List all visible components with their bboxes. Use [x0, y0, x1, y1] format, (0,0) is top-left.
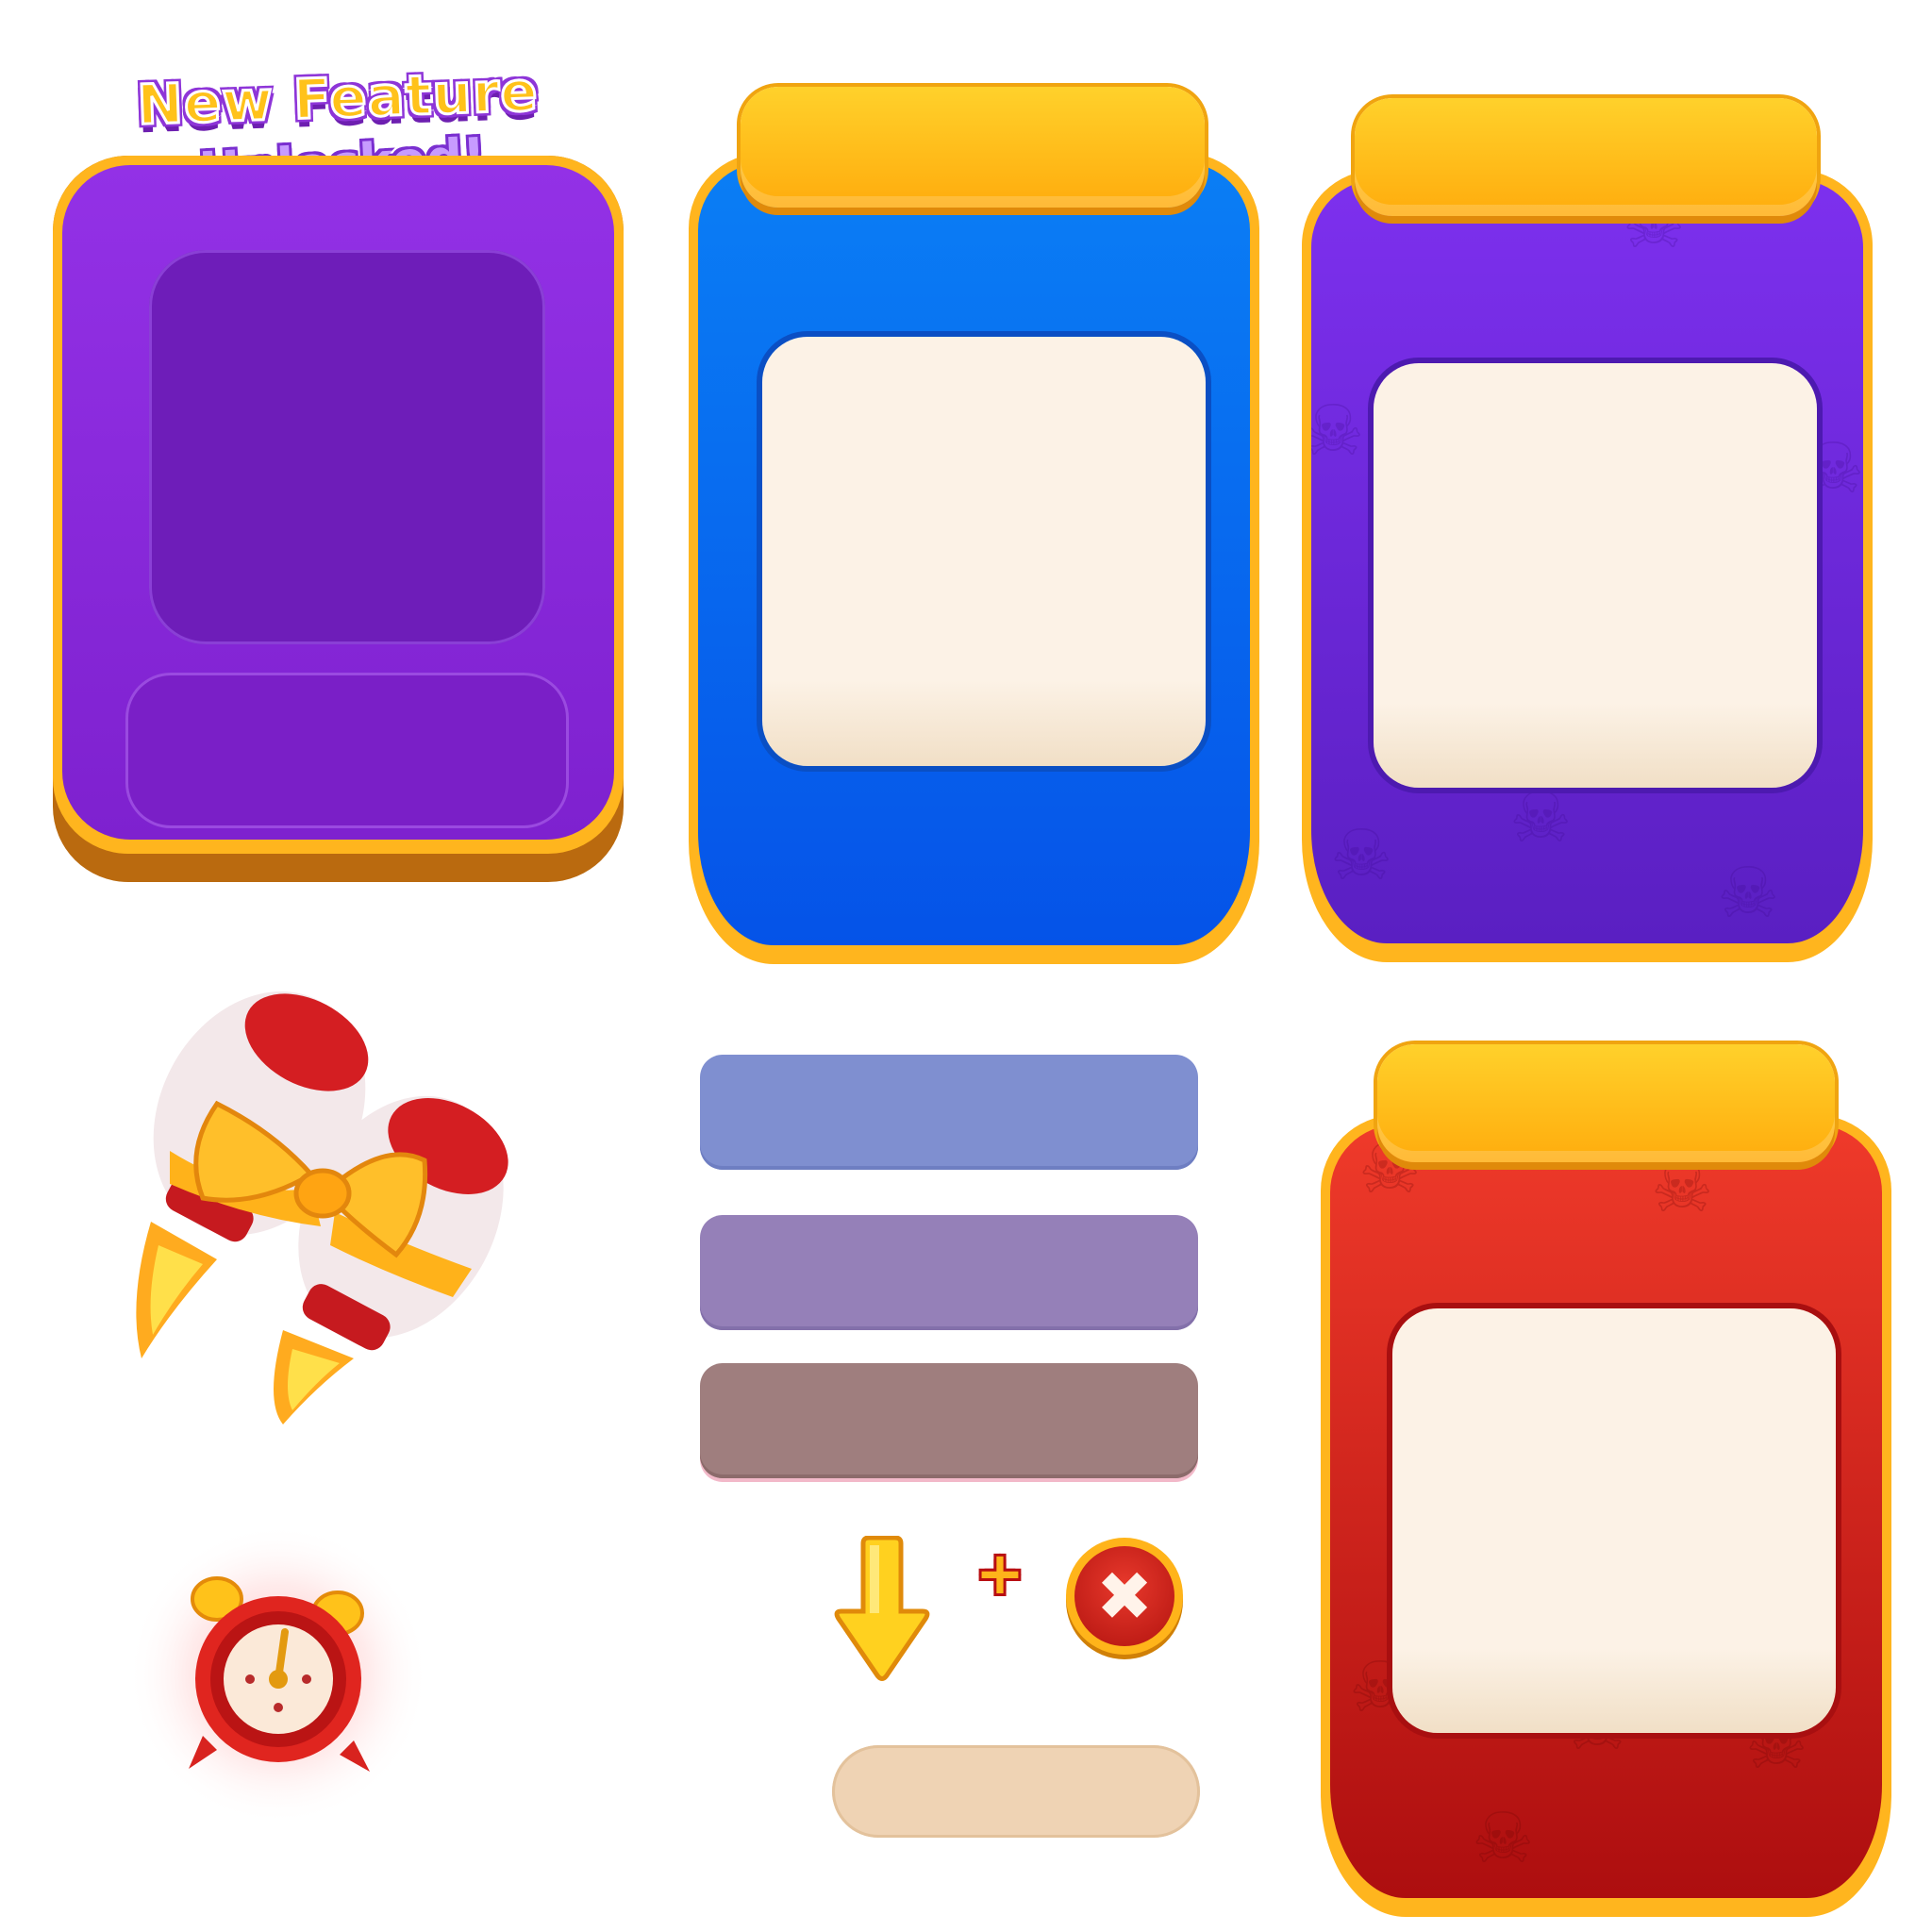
blue-jar-card: [689, 68, 1259, 974]
card-text-slot: [125, 673, 569, 828]
skull-pattern-icon: ☠: [1509, 777, 1573, 858]
beige-pill-slot: [832, 1745, 1200, 1838]
purple-jar-card: ☠ ☠ ☠ ☠ ☠ ☠: [1302, 85, 1873, 981]
skull-pattern-icon: ☠: [1472, 1798, 1535, 1879]
jar-content-panel: [1392, 1308, 1836, 1733]
skull-pattern-icon: ☠: [1651, 1147, 1714, 1228]
plus-icon: +: [975, 1539, 1024, 1607]
jar-lid-header: [741, 87, 1205, 208]
jar-lid-header: [1377, 1044, 1835, 1162]
skull-pattern-icon: ☠: [1311, 391, 1365, 472]
jar-content-panel: [1374, 363, 1817, 788]
close-button[interactable]: ✖: [1066, 1538, 1183, 1655]
card-body: [62, 165, 614, 840]
card-image-slot: [149, 250, 545, 644]
brown-bar-slot: [700, 1363, 1198, 1478]
close-icon: ✖: [1095, 1557, 1154, 1636]
skull-pattern-icon: ☠: [1717, 853, 1780, 934]
blue-bar-slot: [700, 1055, 1198, 1170]
alarm-clock-icon: [123, 1519, 434, 1830]
purple-feature-card: [53, 156, 624, 882]
red-jar-card: ☠ ☠ ☠ ☠ ☠ ☠: [1321, 1030, 1891, 1931]
jar-body: [698, 162, 1250, 945]
purple-bar-slot: [700, 1215, 1198, 1330]
banner-title: New Feature: [135, 58, 541, 139]
jar-rim: ☠ ☠ ☠ ☠ ☠ ☠: [1321, 1115, 1891, 1917]
jar-rim: ☠ ☠ ☠ ☠ ☠ ☠: [1302, 170, 1873, 962]
jar-body: ☠ ☠ ☠ ☠ ☠ ☠: [1311, 179, 1863, 943]
skull-pattern-icon: ☠: [1330, 815, 1393, 896]
jar-content-panel: [762, 337, 1206, 766]
close-button-face: ✖: [1074, 1546, 1174, 1646]
arrow-down-icon: [830, 1535, 934, 1687]
jar-body: ☠ ☠ ☠ ☠ ☠ ☠: [1330, 1124, 1882, 1898]
jar-lid-header: [1355, 98, 1817, 216]
jar-rim: [689, 153, 1259, 964]
jetpack-rockets-icon: [113, 972, 528, 1424]
card-rim: [53, 156, 624, 854]
